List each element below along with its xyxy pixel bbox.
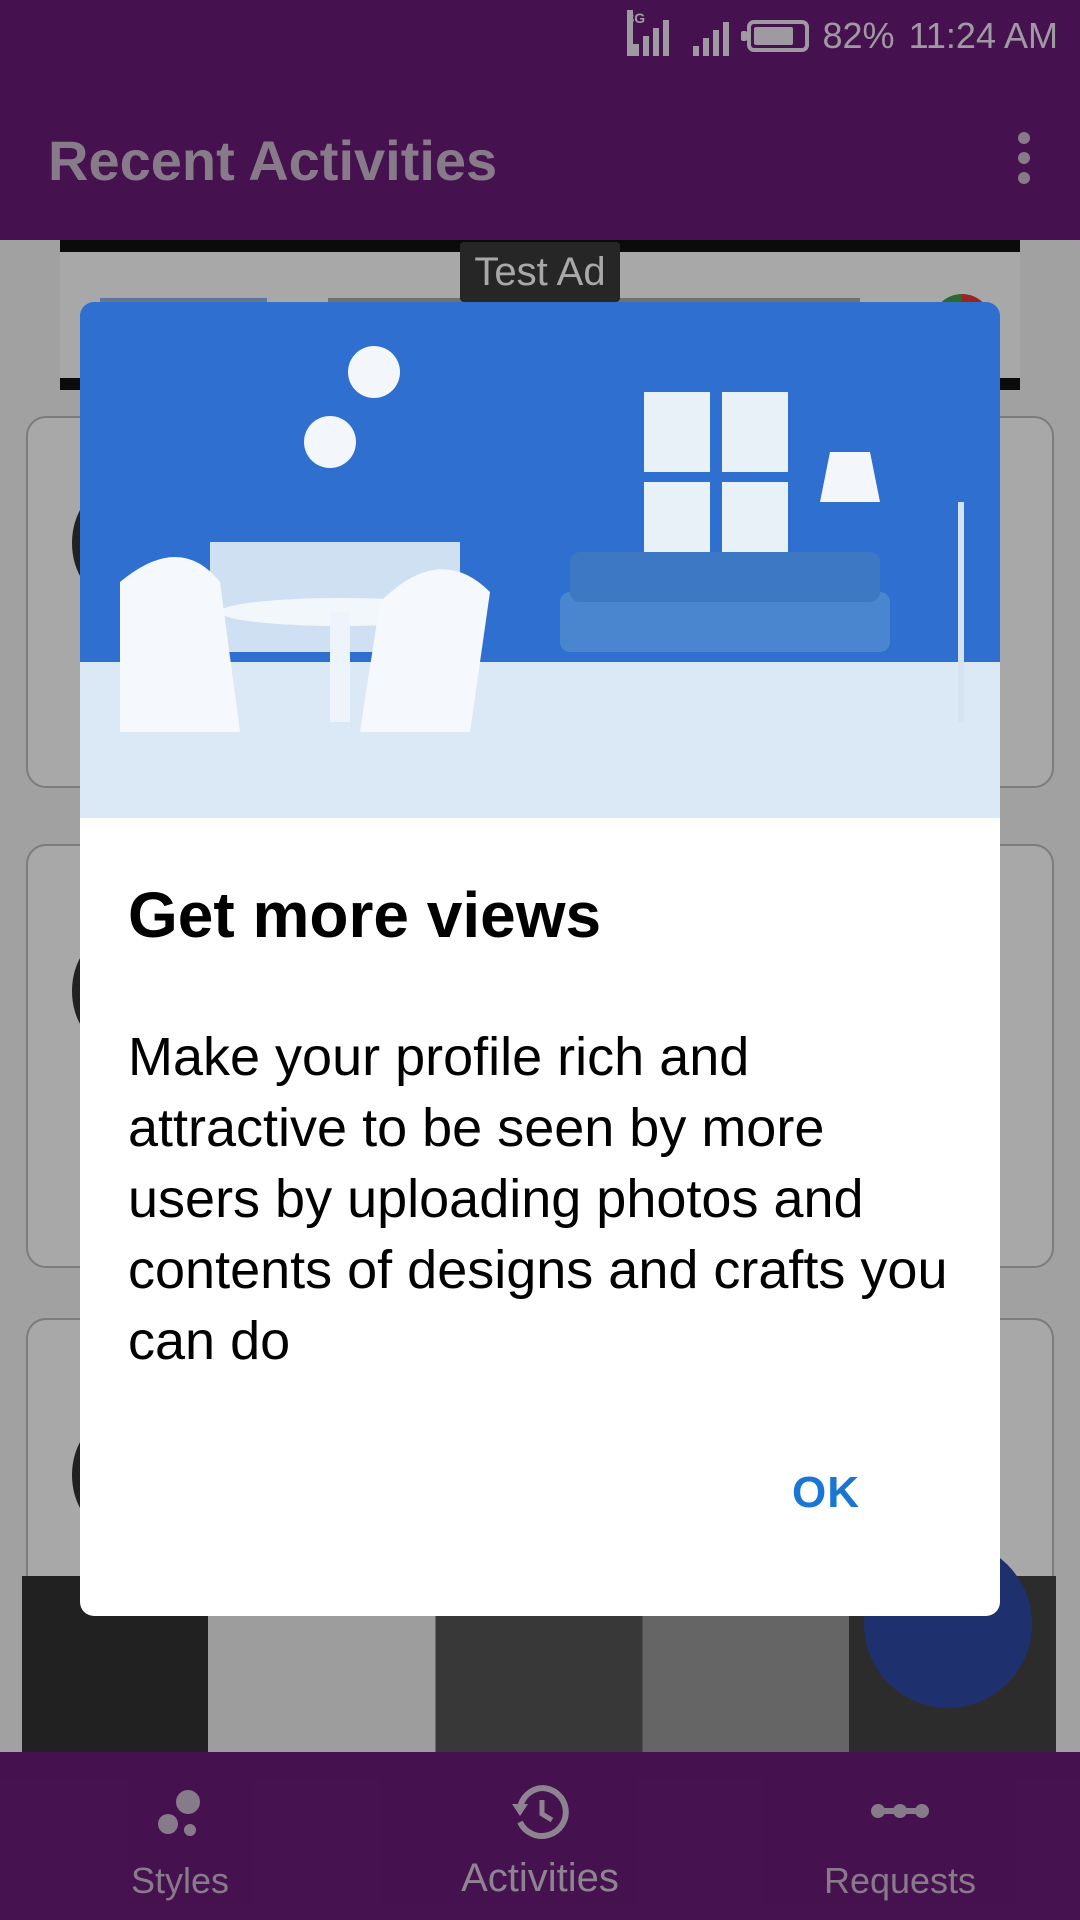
interior-room-image — [80, 302, 1000, 818]
ok-button[interactable]: OK — [792, 1468, 860, 1518]
dialog-title: Get more views — [128, 879, 602, 951]
get-more-views-dialog: Get more views Make your profile rich an… — [80, 302, 1000, 1616]
dialog-message: Make your profile rich and attractive to… — [128, 1027, 948, 1371]
